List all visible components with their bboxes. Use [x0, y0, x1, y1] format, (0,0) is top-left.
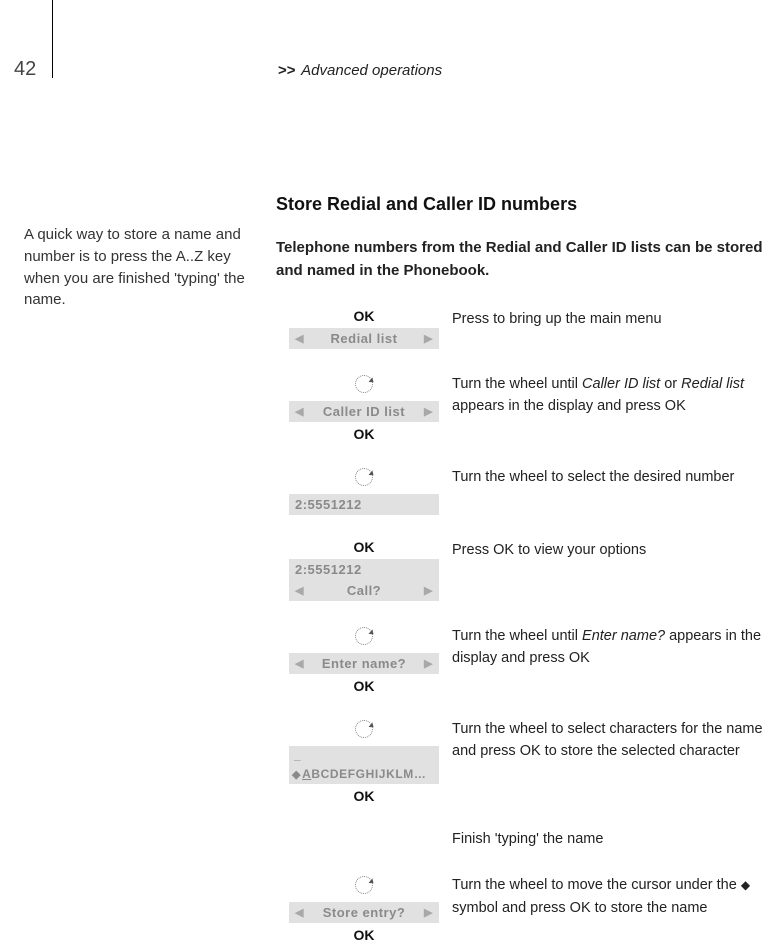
step: OK 2:5551212 ◀ Call? ▶ Press OK to view … [276, 539, 766, 601]
content-columns: A quick way to store a name and number i… [24, 194, 776, 943]
step: Finish 'typing' the name [276, 828, 766, 850]
header-text: Advanced operations [301, 62, 442, 79]
ok-label: OK [354, 788, 375, 804]
lcd-number: 2:5551212 [289, 559, 439, 580]
step-description: Finish 'typing' the name [452, 828, 766, 850]
page-number: 42 [14, 58, 36, 81]
control-column: OK ◀ Redial list ▶ [276, 308, 452, 349]
lcd-selected-char: A [302, 767, 311, 781]
vertical-rule [52, 0, 53, 78]
step-description: Turn the wheel to move the cursor under … [452, 874, 766, 919]
wheel-icon [355, 876, 373, 894]
wheel-icon [355, 375, 373, 393]
ok-label: OK [354, 927, 375, 943]
lcd-call-prompt: ◀ Call? ▶ [289, 580, 439, 601]
text: or [660, 376, 681, 392]
chevron-left-icon: ◀ [295, 332, 304, 345]
step-description: Turn the wheel to select characters for … [452, 718, 766, 763]
section-title: Store Redial and Caller ID numbers [276, 194, 766, 215]
lcd-text: Store entry? [304, 905, 424, 920]
header-chevrons: >> [278, 62, 296, 79]
lcd-stack: _ ◆ABCDEFGHIJKLM… [289, 746, 439, 784]
ok-label: OK [354, 308, 375, 324]
chevron-right-icon: ▶ [424, 405, 433, 418]
step: ◀ Store entry? ▶ OK Turn the wheel to mo… [276, 874, 766, 943]
chevron-right-icon: ▶ [424, 584, 433, 597]
step-description: Press OK to view your options [452, 539, 766, 561]
lcd-store-entry: ◀ Store entry? ▶ [289, 902, 439, 923]
control-column: ◀ Enter name? ▶ OK [276, 625, 452, 694]
chevron-left-icon: ◀ [295, 405, 304, 418]
step-description: Turn the wheel until Caller ID list or R… [452, 373, 766, 418]
main-column: Store Redial and Caller ID numbers Telep… [276, 194, 776, 943]
lcd-stack: 2:5551212 ◀ Call? ▶ [289, 559, 439, 601]
lcd-number: 2:5551212 [289, 494, 439, 515]
step-description: Turn the wheel until Enter name? appears… [452, 625, 766, 670]
diamond-icon: ◆ [292, 768, 301, 781]
step-description: Press to bring up the main menu [452, 308, 766, 330]
text: symbol and press OK to store the name [452, 900, 708, 916]
lcd-redial-list: ◀ Redial list ▶ [289, 328, 439, 349]
text: Turn the wheel until [452, 376, 582, 392]
control-column: OK 2:5551212 ◀ Call? ▶ [276, 539, 452, 601]
lcd-cursor-line: _ [289, 746, 439, 764]
lcd-text: Redial list [304, 331, 424, 346]
step: ◀ Enter name? ▶ OK Turn the wheel until … [276, 625, 766, 694]
page: 42 >> Advanced operations A quick way to… [0, 0, 776, 939]
text: Turn the wheel to move the cursor under … [452, 877, 741, 893]
wheel-icon [355, 468, 373, 486]
step: _ ◆ABCDEFGHIJKLM… OK Turn the wheel to s… [276, 718, 766, 804]
lcd-char-row: ◆ABCDEFGHIJKLM… [289, 764, 439, 784]
text: appears in the display and press OK [452, 398, 686, 414]
lcd-enter-name: ◀ Enter name? ▶ [289, 653, 439, 674]
step: 2:5551212 Turn the wheel to select the d… [276, 466, 766, 515]
ok-label: OK [354, 678, 375, 694]
step: ◀ Caller ID list ▶ OK Turn the wheel unt… [276, 373, 766, 442]
chevron-left-icon: ◀ [295, 906, 304, 919]
step: OK ◀ Redial list ▶ Press to bring up the… [276, 308, 766, 349]
control-column: ◀ Store entry? ▶ OK [276, 874, 452, 943]
lcd-text: Call? [304, 583, 424, 598]
lcd-text: Caller ID list [304, 404, 424, 419]
lcd-chars: BCDEFGHIJKLM… [311, 767, 426, 781]
running-header: >> Advanced operations [278, 62, 442, 79]
steps-list: OK ◀ Redial list ▶ Press to bring up the… [276, 308, 766, 943]
ok-label: OK [354, 426, 375, 442]
chevron-right-icon: ▶ [424, 906, 433, 919]
diamond-icon: ◆ [741, 876, 750, 895]
lcd-text: Enter name? [304, 656, 424, 671]
emphasis: Redial list [681, 376, 744, 392]
intro-paragraph: Telephone numbers from the Redial and Ca… [276, 237, 766, 282]
wheel-icon [355, 627, 373, 645]
text: Turn the wheel until [452, 628, 582, 644]
chevron-right-icon: ▶ [424, 657, 433, 670]
control-column: 2:5551212 [276, 466, 452, 515]
emphasis: Caller ID list [582, 376, 660, 392]
wheel-icon [355, 720, 373, 738]
ok-label: OK [354, 539, 375, 555]
chevron-left-icon: ◀ [295, 584, 304, 597]
lcd-caller-id-list: ◀ Caller ID list ▶ [289, 401, 439, 422]
margin-note: A quick way to store a name and number i… [24, 194, 276, 943]
control-column: _ ◆ABCDEFGHIJKLM… OK [276, 718, 452, 804]
chevron-right-icon: ▶ [424, 332, 433, 345]
chevron-left-icon: ◀ [295, 657, 304, 670]
control-column: ◀ Caller ID list ▶ OK [276, 373, 452, 442]
emphasis: Enter name? [582, 628, 665, 644]
step-description: Turn the wheel to select the desired num… [452, 466, 766, 488]
